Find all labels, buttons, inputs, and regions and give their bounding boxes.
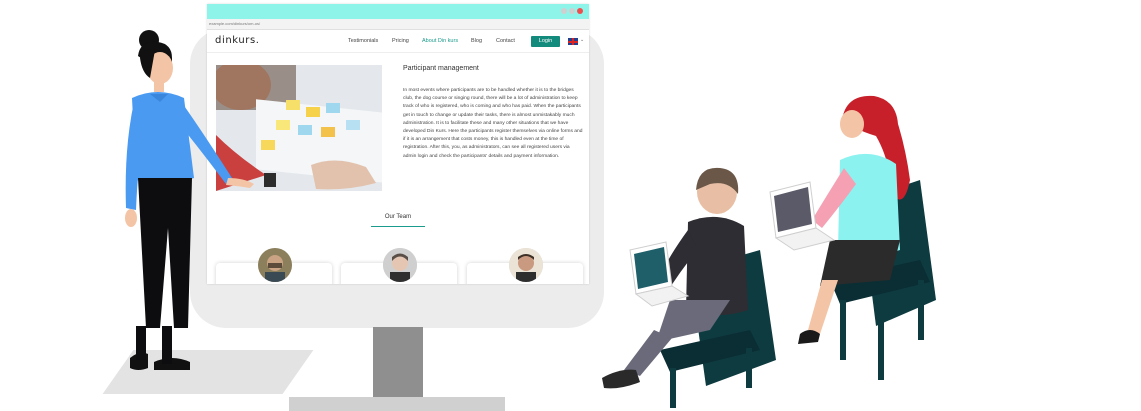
nav-contact[interactable]: Contact bbox=[496, 38, 515, 44]
article-body: In most events where participants are to… bbox=[403, 88, 583, 159]
login-button[interactable]: Login bbox=[531, 36, 560, 47]
address-bar[interactable]: example.com/dinkurs/om-os/ bbox=[207, 19, 589, 30]
presenter-illustration bbox=[125, 30, 254, 370]
avatar[interactable] bbox=[258, 248, 292, 282]
browser-tab-bar bbox=[207, 4, 589, 19]
team-title: Our Team bbox=[384, 214, 412, 220]
maximize-icon[interactable] bbox=[569, 8, 575, 14]
uk-flag-icon[interactable] bbox=[568, 38, 578, 45]
minimize-icon[interactable] bbox=[561, 8, 567, 14]
nav-testimonials[interactable]: Testimonials bbox=[348, 38, 378, 44]
avatar[interactable] bbox=[383, 248, 417, 282]
audience-woman-illustration bbox=[769, 95, 936, 380]
nav-about[interactable]: About Din kurs bbox=[422, 38, 458, 44]
nav-blog[interactable]: Blog bbox=[471, 38, 482, 44]
team-title-underline bbox=[371, 226, 425, 227]
site-navbar: dinkurs. Testimonials Pricing About Din … bbox=[207, 30, 589, 53]
monitor-stand bbox=[373, 327, 423, 399]
avatar[interactable] bbox=[509, 248, 543, 282]
audience-man-illustration bbox=[602, 167, 776, 408]
article-title: Participant management bbox=[403, 65, 479, 72]
nav-pricing[interactable]: Pricing bbox=[392, 38, 409, 44]
browser-window: example.com/dinkurs/om-os/ dinkurs. Test… bbox=[207, 4, 589, 284]
close-icon[interactable] bbox=[577, 8, 583, 14]
chevron-down-icon[interactable]: ⌄ bbox=[580, 37, 584, 43]
